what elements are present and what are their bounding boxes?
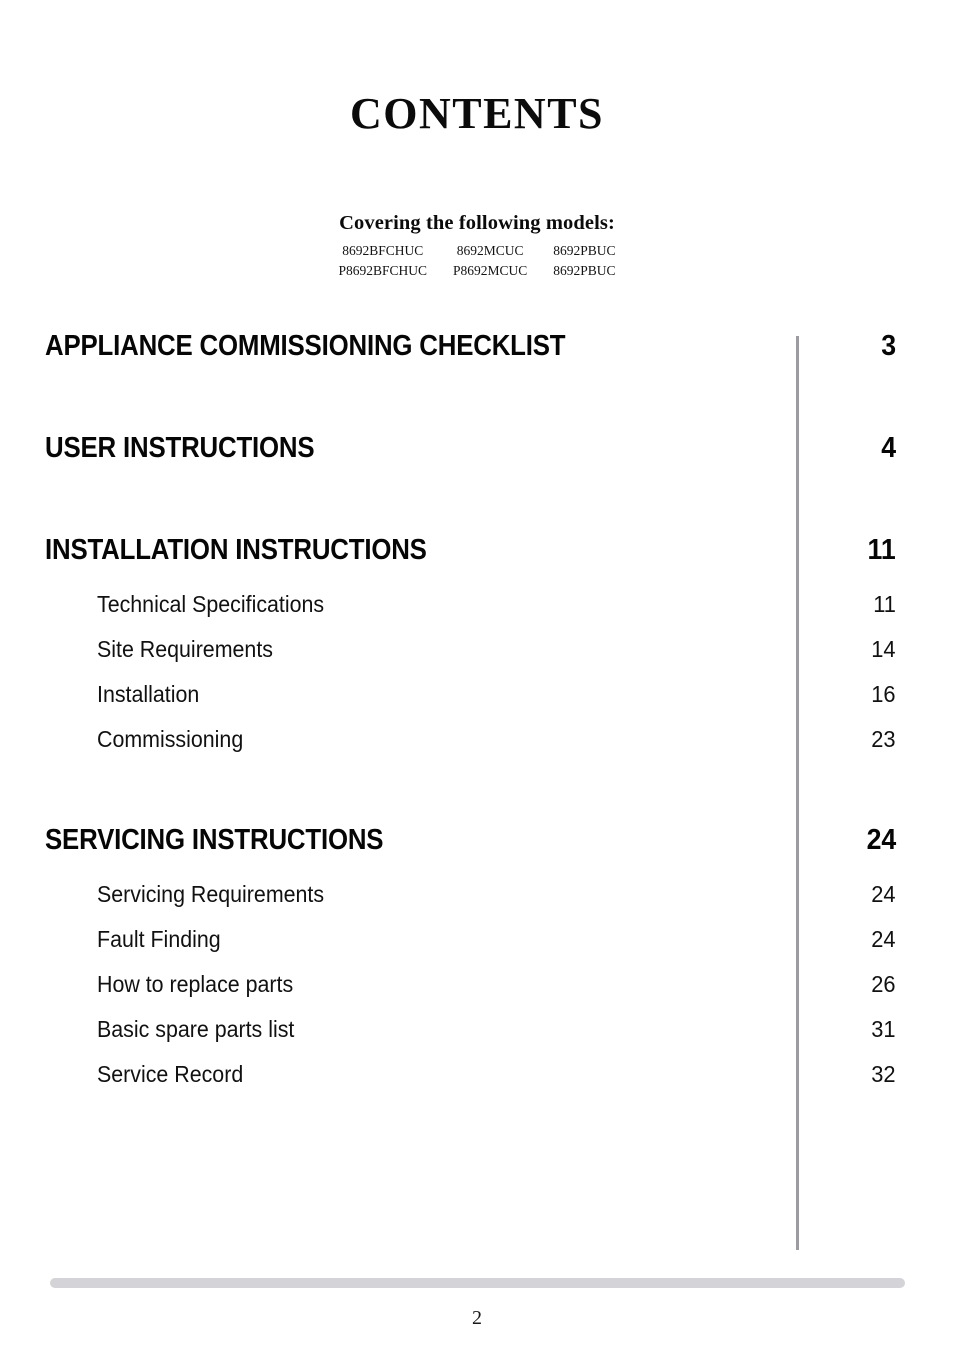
toc-spacer [0, 370, 954, 424]
model-code: 8692PBUC [553, 243, 616, 258]
toc-section-user-instructions[interactable]: USER INSTRUCTIONS 4 [0, 424, 954, 472]
toc-spacer [0, 472, 954, 526]
toc-section-servicing-instructions[interactable]: SERVICING INSTRUCTIONS 24 [0, 816, 954, 864]
footer-divider-bar [50, 1278, 905, 1288]
toc-item-page-number: 24 [871, 881, 896, 907]
toc-item-page-number: 14 [871, 636, 896, 662]
model-code: 8692BFCHUC [342, 243, 424, 258]
model-code: P8692BFCHUC [338, 262, 427, 278]
toc-item-installation[interactable]: Installation 16 [0, 672, 954, 717]
toc-section-appliance-commissioning-checklist[interactable]: APPLIANCE COMMISSIONING CHECKLIST 3 [0, 322, 954, 370]
toc-section-page-number: 11 [867, 534, 896, 566]
models-row: 8692BFCHUC 8692MCUC 8692PBUC [325, 241, 628, 261]
toc-item-label: Commissioning [97, 726, 244, 752]
toc-spacer [0, 864, 954, 872]
toc-item-page-number: 31 [871, 1016, 896, 1042]
toc-item-page-number: 26 [871, 971, 896, 997]
toc-section-label: INSTALLATION INSTRUCTIONS [45, 534, 427, 566]
models-heading: Covering the following models: [339, 212, 615, 234]
toc-section-installation-instructions[interactable]: INSTALLATION INSTRUCTIONS 11 [0, 526, 954, 574]
model-code: 8692MCUC [456, 243, 524, 258]
toc-item-page-number: 32 [871, 1061, 896, 1087]
document-page: CONTENTS Covering the following models: … [0, 0, 954, 1350]
toc-spacer [0, 574, 954, 582]
model-code: 8692PBUC [553, 262, 616, 278]
toc-section-label: SERVICING INSTRUCTIONS [45, 824, 384, 856]
toc-item-page-number: 16 [871, 681, 896, 707]
models-row: P8692BFCHUC P8692MCUC 8692PBUC [325, 261, 628, 281]
toc-section-page-number: 24 [866, 824, 896, 856]
table-of-contents: APPLIANCE COMMISSIONING CHECKLIST 3 USER I… [0, 322, 954, 1097]
model-code: P8692MCUC [452, 262, 528, 278]
page-title: CONTENTS [349, 89, 605, 138]
toc-item-label: Technical Specifications [97, 591, 325, 617]
toc-spacer [0, 762, 954, 816]
toc-section-label: APPLIANCE COMMISSIONING CHECKLIST [45, 330, 566, 362]
toc-item-servicing-requirements[interactable]: Servicing Requirements 24 [0, 872, 954, 917]
toc-item-page-number: 23 [871, 726, 896, 752]
toc-item-label: How to replace parts [97, 971, 294, 997]
toc-item-technical-specifications[interactable]: Technical Specifications 11 [0, 582, 954, 627]
models-table-body: 8692BFCHUC 8692MCUC 8692PBUC P8692BFCHUC P86… [325, 241, 628, 281]
footer-page-number: 2 [472, 1307, 482, 1329]
toc-section-page-number: 3 [881, 330, 896, 362]
toc-item-page-number: 11 [873, 591, 896, 617]
toc-item-how-to-replace-parts[interactable]: How to replace parts 26 [0, 962, 954, 1007]
toc-item-label: Basic spare parts list [97, 1016, 295, 1042]
toc-section-page-number: 4 [881, 432, 896, 464]
toc-item-label: Installation [97, 681, 200, 707]
toc-item-site-requirements[interactable]: Site Requirements 14 [0, 627, 954, 672]
toc-item-label: Site Requirements [97, 636, 273, 662]
toc-item-commissioning[interactable]: Commissioning 23 [0, 717, 954, 762]
models-table: 8692BFCHUC 8692MCUC 8692PBUC P8692BFCHUC P86… [325, 241, 628, 281]
toc-item-page-number: 24 [871, 926, 896, 952]
toc-item-fault-finding[interactable]: Fault Finding 24 [0, 917, 954, 962]
toc-item-label: Service Record [97, 1061, 244, 1087]
models-block: Covering the following models: 8692BFCHU… [0, 212, 954, 281]
toc-item-service-record[interactable]: Service Record 32 [0, 1052, 954, 1097]
toc-item-basic-spare-parts-list[interactable]: Basic spare parts list 31 [0, 1007, 954, 1052]
toc-item-label: Servicing Requirements [97, 881, 325, 907]
toc-section-label: USER INSTRUCTIONS [45, 432, 315, 464]
toc-item-label: Fault Finding [97, 926, 221, 952]
